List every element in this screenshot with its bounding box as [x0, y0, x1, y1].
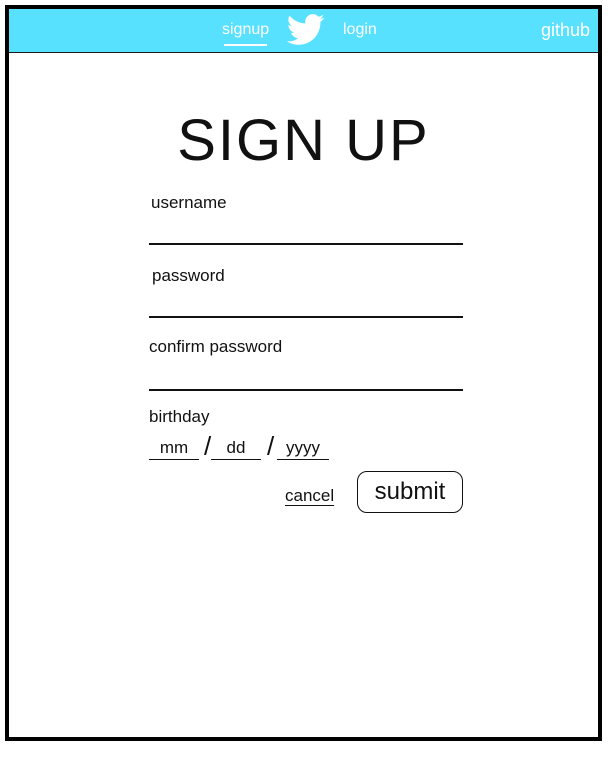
nav-login-link[interactable]: login [343, 20, 377, 40]
date-separator: / [267, 431, 275, 461]
birthday-month-input[interactable] [149, 436, 199, 460]
birthday-day-input[interactable] [211, 436, 261, 460]
username-input[interactable] [149, 215, 463, 245]
confirm-password-label: confirm password [149, 337, 283, 356]
birthday-label: birthday [149, 407, 210, 426]
top-nav-bar: signup login github [9, 9, 598, 53]
submit-button[interactable]: submit [357, 471, 463, 513]
cancel-button[interactable]: cancel [285, 486, 334, 506]
password-label: password [152, 266, 225, 285]
page-frame: signup login github SIGN UP username pas… [5, 5, 602, 741]
birthday-year-input[interactable] [277, 436, 329, 460]
page-title: SIGN UP [177, 108, 430, 173]
confirm-password-input[interactable] [149, 361, 463, 391]
username-label: username [151, 193, 227, 212]
nav-signup-link[interactable]: signup [222, 20, 269, 46]
nav-github-link[interactable]: github [541, 19, 590, 41]
twitter-bird-icon[interactable] [287, 14, 325, 46]
password-input[interactable] [149, 288, 463, 318]
